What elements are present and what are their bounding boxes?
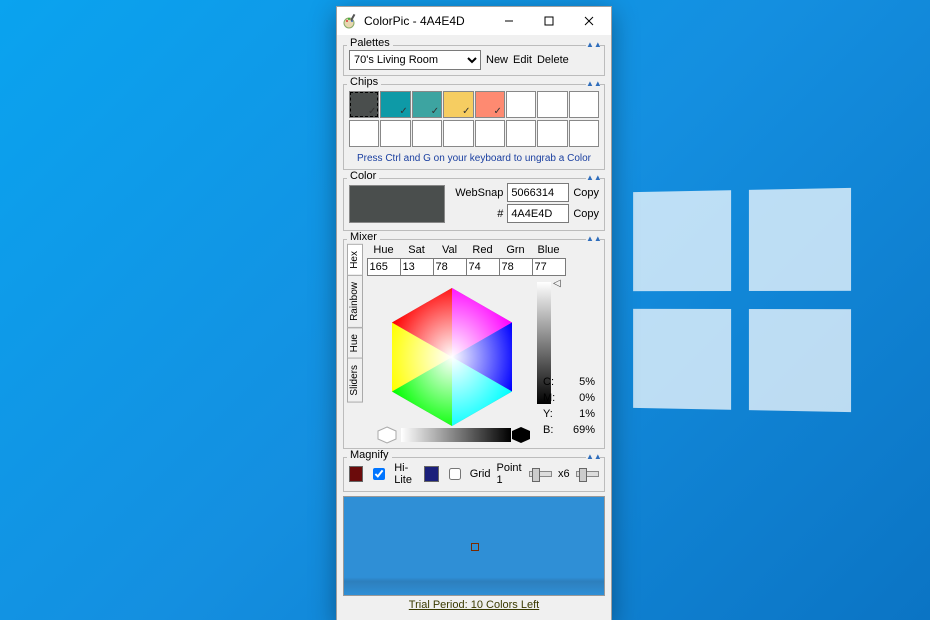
mixer-label: Mixer: [347, 231, 380, 243]
zoom-slider[interactable]: [576, 471, 599, 477]
chips-label: Chips: [347, 76, 381, 88]
mixer-col-label: Val: [442, 244, 457, 258]
chips-section: Chips ▲▲ ✓✓✓✓✓ Press Ctrl and G on your …: [343, 84, 605, 170]
mixer-tab-sliders[interactable]: Sliders: [347, 358, 363, 403]
mixer-grn-field[interactable]: [499, 258, 533, 276]
mixer-col-label: Blue: [537, 244, 559, 258]
color-section: Color ▲▲ WebSnap Copy # Copy: [343, 178, 605, 231]
collapse-icon[interactable]: ▲▲: [586, 450, 600, 462]
magnify-label: Magnify: [347, 449, 392, 461]
hex-field[interactable]: [507, 204, 569, 223]
chips-hint: Press Ctrl and G on your keyboard to ung…: [349, 153, 599, 164]
chip[interactable]: ✓: [443, 91, 473, 118]
color-swatch: [349, 185, 445, 223]
grid-checkbox[interactable]: [449, 468, 461, 480]
hash-label: #: [497, 208, 503, 220]
point-slider[interactable]: [529, 471, 552, 477]
chip[interactable]: [506, 91, 536, 118]
chip[interactable]: ✓: [349, 91, 379, 118]
websnap-label: WebSnap: [455, 187, 503, 199]
minimize-button[interactable]: [489, 7, 529, 35]
mixer-red-field[interactable]: [466, 258, 500, 276]
check-icon: ✓: [368, 106, 376, 117]
check-icon: ✓: [399, 106, 407, 117]
palette-edit[interactable]: Edit: [513, 54, 532, 66]
mixer-tab-hue[interactable]: Hue: [347, 327, 363, 359]
chip[interactable]: [537, 120, 567, 147]
mixer-col-label: Sat: [408, 244, 425, 258]
cmyb-val: 1%: [567, 406, 595, 422]
grayscale-row[interactable]: [377, 426, 531, 444]
magnify-cursor: [471, 543, 479, 551]
copy-hex[interactable]: Copy: [573, 208, 599, 220]
cmyb-val: 69%: [567, 422, 595, 438]
grid-label: Grid: [470, 468, 491, 480]
collapse-icon[interactable]: ▲▲: [586, 38, 600, 50]
palette-delete[interactable]: Delete: [537, 54, 569, 66]
mixer-blue-field[interactable]: [532, 258, 566, 276]
copy-websnap[interactable]: Copy: [573, 187, 599, 199]
chip[interactable]: ✓: [412, 91, 442, 118]
mixer-hue-field[interactable]: [367, 258, 401, 276]
mixer-col-label: Red: [472, 244, 492, 258]
chip[interactable]: [537, 91, 567, 118]
chip[interactable]: [569, 120, 599, 147]
cmyb-key: B:: [543, 422, 557, 438]
cmyb-val: 5%: [567, 374, 595, 390]
chip[interactable]: [412, 120, 442, 147]
close-button[interactable]: [569, 7, 609, 35]
palette-select[interactable]: 70's Living Room: [349, 50, 481, 70]
chip[interactable]: [569, 91, 599, 118]
cmyb-val: 0%: [567, 390, 595, 406]
grid-color[interactable]: [424, 466, 438, 482]
maximize-button[interactable]: [529, 7, 569, 35]
websnap-field[interactable]: [507, 183, 569, 202]
status-bar: Trial Period: 10 Colors Left: [343, 599, 605, 611]
hilite-checkbox[interactable]: [373, 468, 385, 480]
mixer-val-field[interactable]: [433, 258, 467, 276]
mixer-tab-hex[interactable]: Hex: [347, 244, 363, 276]
windows-logo: [633, 188, 851, 412]
app-icon: [343, 13, 359, 29]
app-window: ColorPic - 4A4E4D Palettes ▲▲ 70's Livin…: [336, 6, 612, 620]
check-icon: ✓: [462, 106, 470, 117]
chip[interactable]: [443, 120, 473, 147]
chip[interactable]: ✓: [475, 91, 505, 118]
desktop: ColorPic - 4A4E4D Palettes ▲▲ 70's Livin…: [0, 0, 930, 620]
hilite-color[interactable]: [349, 466, 363, 482]
mixer-col-label: Grn: [506, 244, 524, 258]
color-label: Color: [347, 170, 379, 182]
palettes-section: Palettes ▲▲ 70's Living Room New Edit De…: [343, 45, 605, 76]
magnify-view[interactable]: [343, 496, 605, 596]
palettes-label: Palettes: [347, 37, 393, 49]
mixer-sat-field[interactable]: [400, 258, 434, 276]
point-label: Point 1: [496, 462, 522, 486]
check-icon: ✓: [431, 106, 439, 117]
chip[interactable]: [475, 120, 505, 147]
collapse-icon[interactable]: ▲▲: [586, 171, 600, 183]
color-hexagon[interactable]: [377, 282, 527, 432]
cmyb-key: M:: [543, 390, 557, 406]
cmyb-key: Y:: [543, 406, 557, 422]
value-pointer-icon[interactable]: ◁: [553, 278, 561, 289]
chip[interactable]: [506, 120, 536, 147]
chip[interactable]: ✓: [380, 91, 410, 118]
mixer-tab-rainbow[interactable]: Rainbow: [347, 275, 363, 328]
mixer-section: Mixer ▲▲ HexRainbowHueSliders HueSatValR…: [343, 239, 605, 449]
cmyb-key: C:: [543, 374, 557, 390]
collapse-icon[interactable]: ▲▲: [586, 77, 600, 89]
mixer-col-label: Hue: [373, 244, 393, 258]
hilite-label: Hi-Lite: [394, 462, 418, 486]
check-icon: ✓: [493, 106, 501, 117]
cmyb-readout: C: 5% M: 0% Y: 1% B: 69%: [543, 374, 595, 438]
collapse-icon[interactable]: ▲▲: [586, 232, 600, 244]
chip[interactable]: [380, 120, 410, 147]
zoom-label: x6: [558, 468, 570, 480]
window-title: ColorPic - 4A4E4D: [364, 14, 489, 28]
titlebar[interactable]: ColorPic - 4A4E4D: [337, 7, 611, 35]
chip[interactable]: [349, 120, 379, 147]
palette-new[interactable]: New: [486, 54, 508, 66]
magnify-section: Magnify ▲▲ Hi-Lite Grid Point 1 x6: [343, 457, 605, 492]
